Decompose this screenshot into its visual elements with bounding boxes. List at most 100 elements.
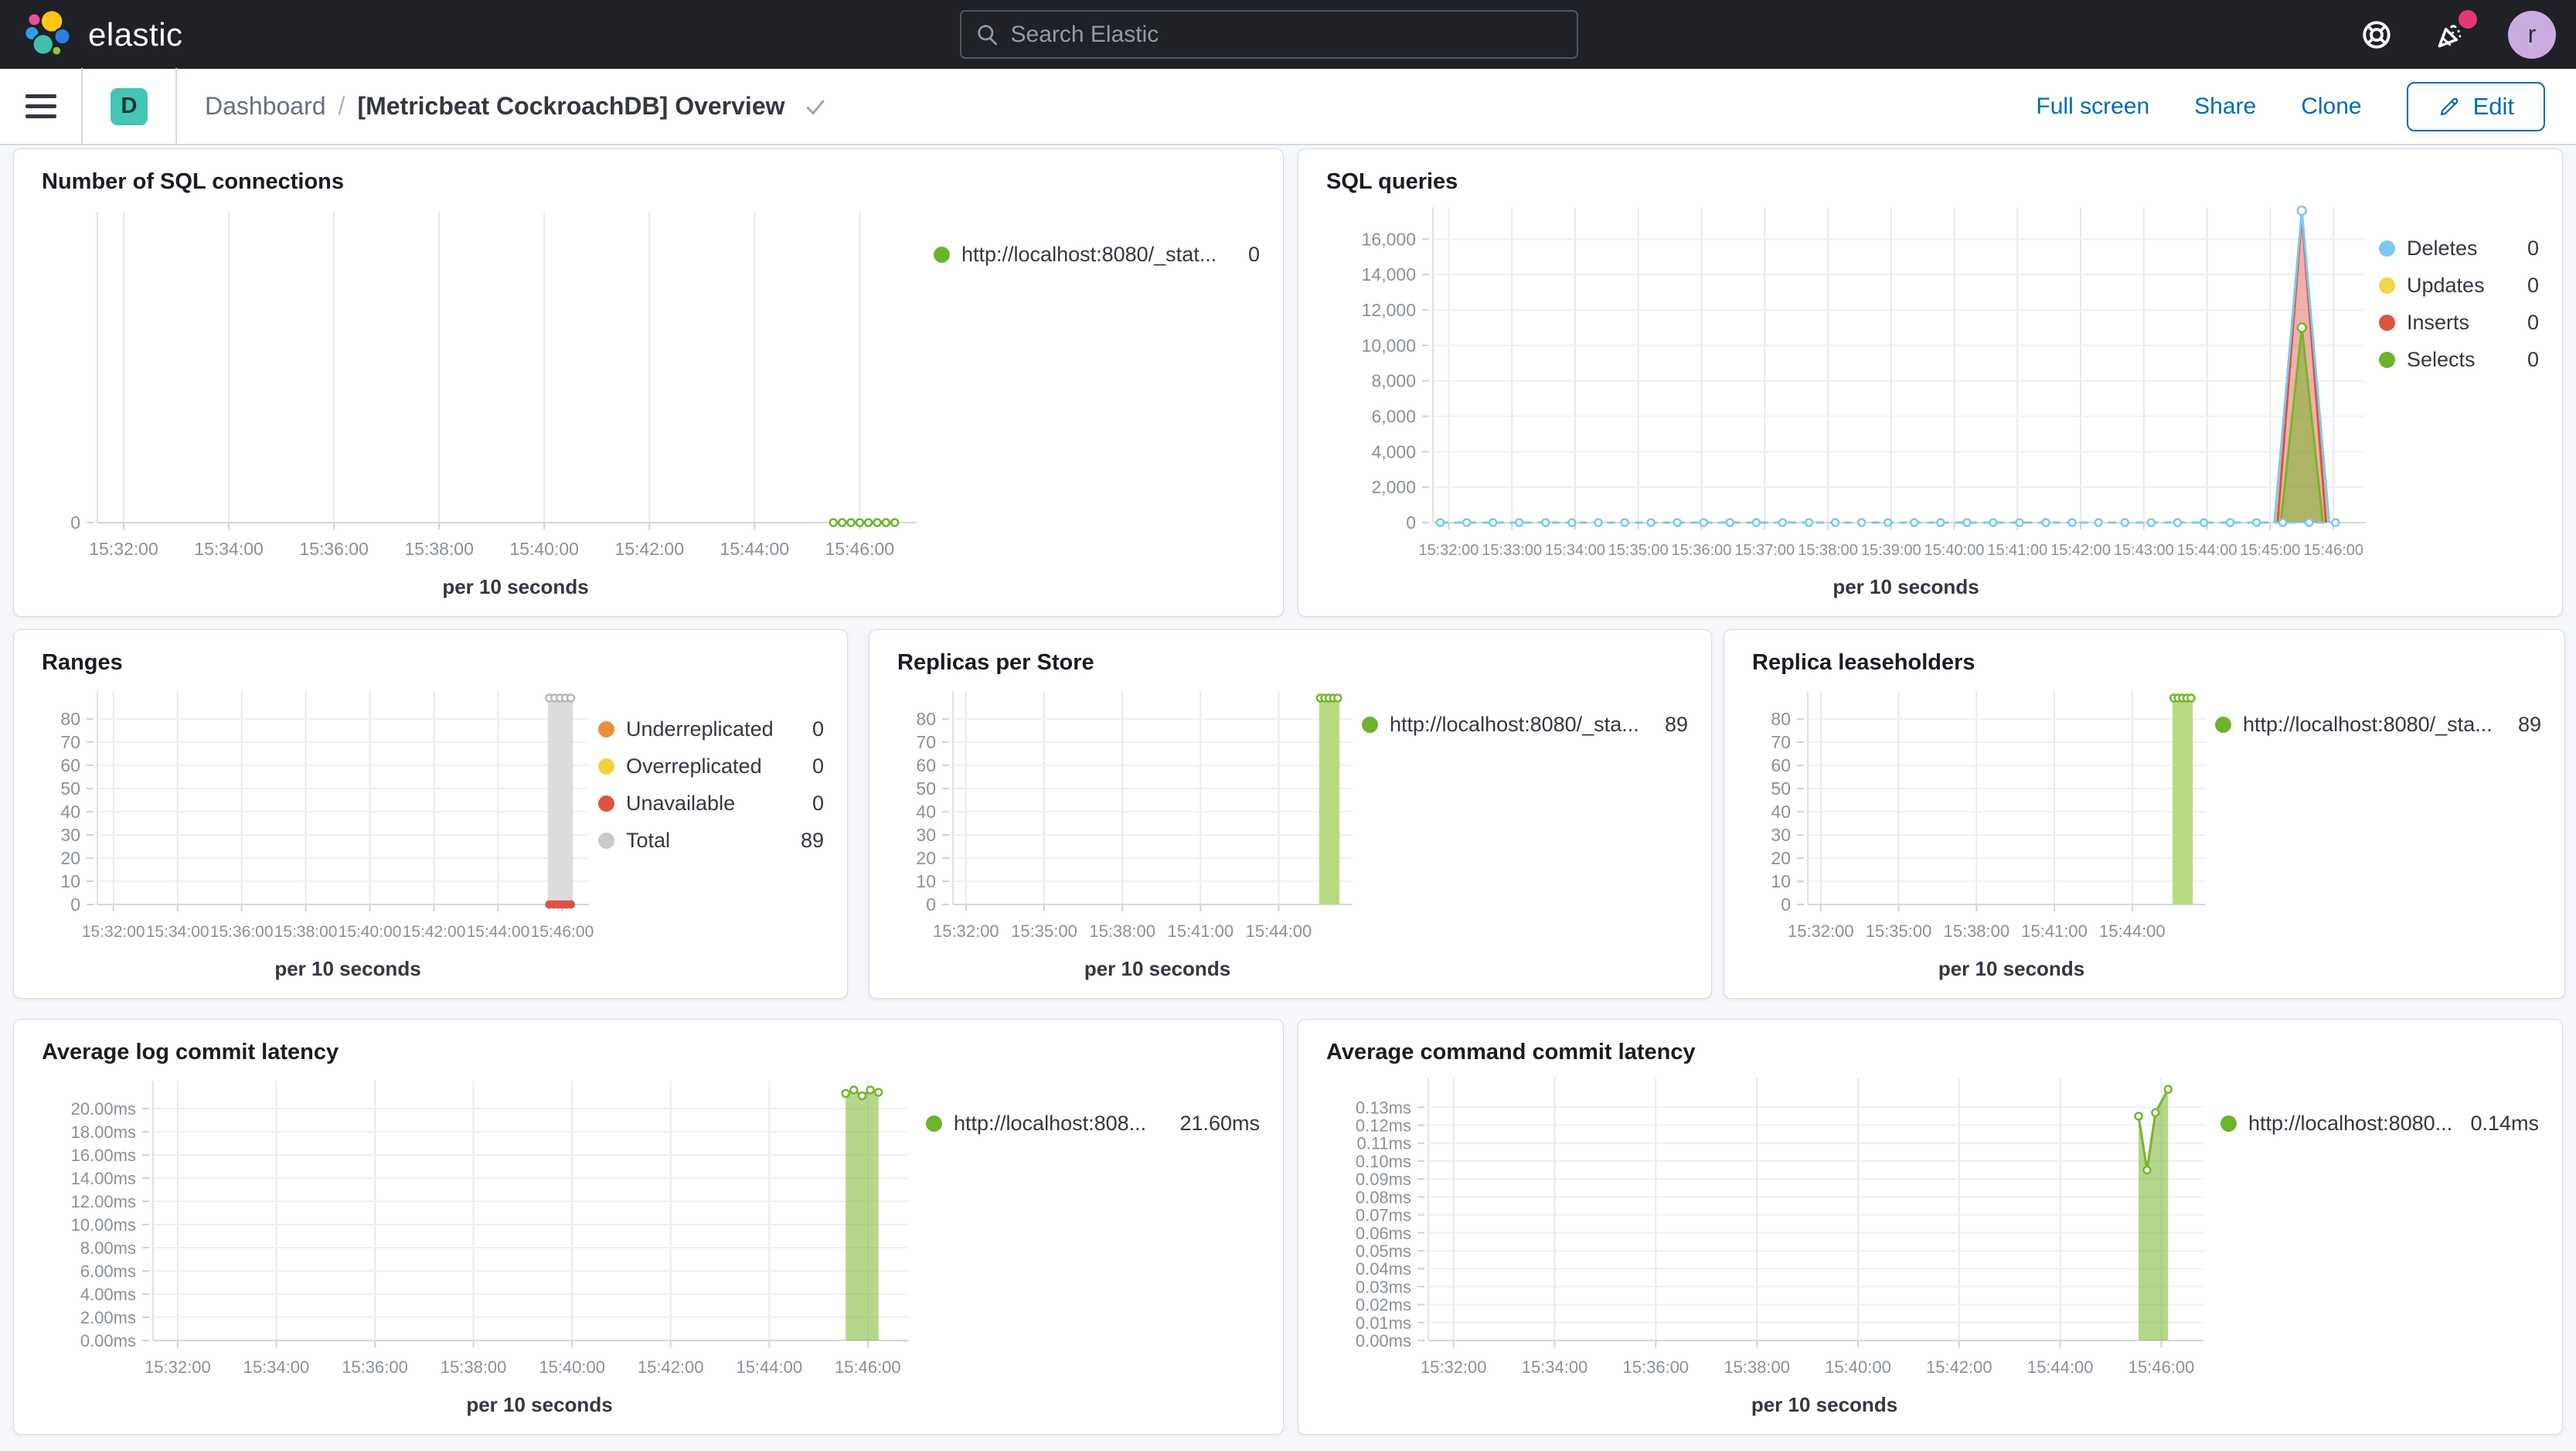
newsfeed-icon[interactable] (2434, 9, 2477, 52)
svg-text:14.00ms: 14.00ms (71, 1169, 136, 1188)
svg-text:8.00ms: 8.00ms (80, 1238, 136, 1258)
svg-text:15:33:00: 15:33:00 (1482, 542, 1542, 559)
avg-log-commit-latency-chart[interactable]: 15:32:00 15:34:00 15:36:00 15:38:00 15:40:00… (31, 1068, 926, 1390)
search-icon (977, 24, 997, 45)
chart-legend: http://localhost:8080/_sta... 89 (1362, 679, 1694, 990)
legend-item[interactable]: Total 89 (598, 829, 824, 853)
legend-value: 89 (800, 829, 824, 852)
legend-label: Selects (2407, 348, 2476, 371)
panel-title: Average command commit latency (1326, 1040, 1696, 1064)
svg-text:15:40:00: 15:40:00 (339, 923, 402, 941)
avatar-initial: r (2527, 20, 2537, 48)
legend-item[interactable]: http://localhost:8080/_sta... 89 (1362, 713, 1688, 737)
x-axis-title: per 10 seconds (1751, 1393, 1898, 1416)
clone-button[interactable]: Clone (2301, 94, 2361, 120)
chart-legend: Underreplicated 0 Overreplicated 0 Unava… (598, 679, 830, 990)
breadcrumb-separator: / (338, 92, 345, 120)
svg-text:15:32:00: 15:32:00 (82, 923, 145, 941)
elastic-brand[interactable]: elastic (0, 9, 183, 60)
legend-label: http://localhost:8080/_sta... (2243, 713, 2493, 736)
svg-text:0: 0 (1406, 513, 1416, 533)
series-color-dot (2379, 240, 2395, 257)
legend-item[interactable]: Overreplicated 0 (598, 754, 824, 778)
dashboard-header-bar: D Dashboard / [Metricbeat CockroachDB] O… (0, 68, 2576, 145)
svg-text:15:37:00: 15:37:00 (1734, 542, 1795, 559)
legend-item[interactable]: Underreplicated 0 (598, 717, 824, 741)
replica-leaseholders-chart[interactable]: 15:32:00 15:35:00 15:38:00 15:41:00 15:44:00… (1741, 679, 2215, 954)
legend-item[interactable]: http://localhost:808... 21.60ms (926, 1112, 1260, 1136)
svg-text:14,000: 14,000 (1362, 264, 1416, 284)
svg-text:15:38:00: 15:38:00 (1943, 921, 2009, 941)
svg-text:15:38:00: 15:38:00 (1798, 542, 1858, 559)
svg-text:0.03ms: 0.03ms (1356, 1277, 1411, 1296)
svg-text:40: 40 (916, 802, 936, 822)
legend-value: 0 (812, 717, 824, 741)
sql-connections-chart[interactable]: 15:32:00 15:34:00 15:36:00 15:38:00 15:40:00… (31, 198, 934, 572)
legend-value: 0.14ms (2470, 1112, 2539, 1135)
legend-item[interactable]: Deletes 0 (2379, 237, 2539, 261)
svg-text:15:44:00: 15:44:00 (720, 539, 790, 559)
svg-text:40: 40 (1771, 802, 1791, 822)
legend-label: Underreplicated (626, 717, 774, 741)
series-color-dot (598, 833, 614, 849)
svg-text:0.00ms: 0.00ms (1356, 1331, 1411, 1351)
avg-command-commit-latency-chart[interactable]: 15:32:00 15:34:00 15:36:00 15:38:00 15:40:00… (1315, 1068, 2220, 1390)
x-axis-title: per 10 seconds (1084, 957, 1231, 980)
svg-text:50: 50 (60, 778, 80, 799)
legend-item[interactable]: http://localhost:8080... 0.14ms (2220, 1112, 2539, 1136)
svg-text:80: 80 (916, 709, 936, 729)
global-search[interactable] (959, 10, 1578, 59)
svg-text:10,000: 10,000 (1362, 336, 1416, 356)
ranges-chart[interactable]: 15:32:00 15:34:00 15:36:00 15:38:00 15:40:00… (31, 679, 598, 954)
user-avatar[interactable]: r (2508, 10, 2556, 59)
legend-value: 89 (1664, 713, 1688, 736)
panel-title: SQL queries (1326, 169, 1458, 194)
help-icon[interactable] (2360, 18, 2394, 52)
legend-item[interactable]: http://localhost:8080/_sta... 89 (2215, 713, 2541, 737)
legend-item[interactable]: http://localhost:8080/_stat... 0 (934, 243, 1260, 267)
sql-queries-chart[interactable]: 15:32:00 15:33:00 15:34:00 15:35:00 15:36:00… (1315, 198, 2379, 572)
series-color-dot (598, 758, 614, 775)
svg-text:20: 20 (916, 848, 936, 868)
svg-text:0.11ms: 0.11ms (1356, 1134, 1411, 1153)
svg-text:15:36:00: 15:36:00 (342, 1357, 408, 1377)
search-input[interactable] (1010, 21, 1563, 48)
notification-dot (2459, 9, 2477, 29)
legend-item[interactable]: Selects 0 (2379, 348, 2539, 372)
svg-text:60: 60 (60, 755, 80, 775)
legend-item[interactable]: Unavailable 0 (598, 792, 824, 816)
svg-text:15:35:00: 15:35:00 (1011, 921, 1077, 941)
x-axis-title: per 10 seconds (442, 575, 589, 598)
svg-text:15:36:00: 15:36:00 (299, 539, 369, 559)
svg-text:15:44:00: 15:44:00 (736, 1357, 802, 1377)
replicas-per-store-chart[interactable]: 15:32:00 15:35:00 15:38:00 15:41:00 15:44:00… (886, 679, 1362, 954)
pencil-icon (2440, 97, 2458, 115)
legend-item[interactable]: Inserts 0 (2379, 311, 2539, 335)
x-axis-title: per 10 seconds (1938, 957, 2085, 980)
svg-text:2,000: 2,000 (1371, 477, 1416, 497)
svg-text:15:39:00: 15:39:00 (1861, 542, 1921, 559)
full-screen-button[interactable]: Full screen (2036, 94, 2149, 120)
svg-text:0.05ms: 0.05ms (1356, 1242, 1411, 1261)
svg-text:15:42:00: 15:42:00 (638, 1357, 704, 1377)
panel-title: Number of SQL connections (42, 169, 345, 194)
top-navigation-bar: elastic Search Elastic r (0, 0, 2576, 69)
svg-text:10: 10 (60, 871, 80, 891)
svg-text:15:38:00: 15:38:00 (1724, 1357, 1790, 1377)
svg-text:15:44:00: 15:44:00 (2099, 921, 2166, 941)
svg-text:15:35:00: 15:35:00 (1866, 921, 1932, 941)
svg-text:0.10ms: 0.10ms (1356, 1152, 1411, 1171)
page-title: [Metricbeat CockroachDB] Overview (357, 92, 785, 120)
legend-label: Overreplicated (626, 754, 762, 778)
svg-text:15:34:00: 15:34:00 (1522, 1357, 1588, 1377)
panel-title: Ranges (42, 650, 123, 675)
menu-icon[interactable] (26, 88, 56, 124)
svg-text:4.00ms: 4.00ms (80, 1285, 136, 1304)
x-axis-title: per 10 seconds (466, 1393, 613, 1416)
breadcrumb-dashboard-link[interactable]: Dashboard (205, 92, 326, 121)
space-avatar[interactable]: D (111, 87, 148, 125)
share-button[interactable]: Share (2194, 94, 2256, 120)
legend-item[interactable]: Updates 0 (2379, 274, 2539, 298)
check-icon[interactable] (802, 94, 829, 120)
edit-button[interactable]: Edit (2406, 81, 2545, 131)
